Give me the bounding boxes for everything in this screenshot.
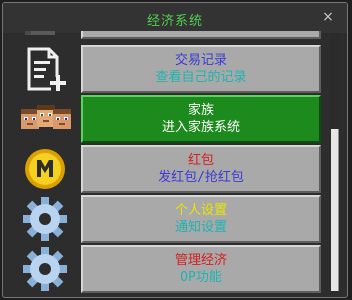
partial-button[interactable]: [81, 31, 321, 39]
button-subtitle: 发红包/抢红包: [158, 170, 244, 185]
manage-economy-button[interactable]: 管理经济 OP功能: [81, 245, 321, 293]
red-packet-button[interactable]: 红包 发红包/抢红包: [81, 145, 321, 193]
gear-icon: [13, 245, 77, 293]
button-subtitle: OP功能: [180, 270, 222, 285]
list-item-partial: [7, 31, 327, 39]
button-subtitle: 进入家族系统: [161, 120, 240, 135]
gear-icon: [13, 195, 77, 243]
list-item-red-packet: 红包 发红包/抢红包: [7, 145, 327, 193]
button-title: 家族: [187, 103, 214, 118]
gold-m-coin-icon: [13, 145, 77, 193]
arrow-icon: [13, 31, 77, 39]
button-title: 管理经济: [174, 253, 227, 268]
list-item-manage-economy: 管理经济 OP功能: [7, 245, 327, 293]
button-subtitle: 查看自己的记录: [155, 70, 247, 85]
list-item-personal-settings: 个人设置 通知设置: [7, 195, 327, 243]
button-title: 红包: [187, 153, 214, 168]
list-item-trade-records: 交易记录 查看自己的记录: [7, 45, 327, 93]
title-bar: 经济系统 ×: [3, 3, 347, 33]
button-title: 个人设置: [174, 203, 227, 218]
family-button[interactable]: 家族 进入家族系统: [81, 95, 321, 143]
menu-list: 交易记录 查看自己的记录 家族 进入家族系统 红包 发红包/抢红包 个人设置 通…: [7, 31, 327, 297]
villager-faces-icon: [13, 95, 77, 143]
economy-window: 经济系统 × 交易记录 查看自己的记录 家族 进入家族系统 红包 发红包/抢红包…: [2, 2, 348, 298]
personal-settings-button[interactable]: 个人设置 通知设置: [81, 195, 321, 243]
scrollbar-thumb[interactable]: [331, 129, 339, 291]
window-title: 经济系统: [146, 14, 203, 29]
trade-records-button[interactable]: 交易记录 查看自己的记录: [81, 45, 321, 93]
close-button[interactable]: ×: [319, 8, 337, 26]
list-item-family: 家族 进入家族系统: [7, 95, 327, 143]
button-title: 交易记录: [174, 53, 227, 68]
document-add-icon: [13, 45, 77, 93]
button-subtitle: 通知设置: [174, 220, 227, 235]
scrollbar[interactable]: [330, 33, 340, 295]
